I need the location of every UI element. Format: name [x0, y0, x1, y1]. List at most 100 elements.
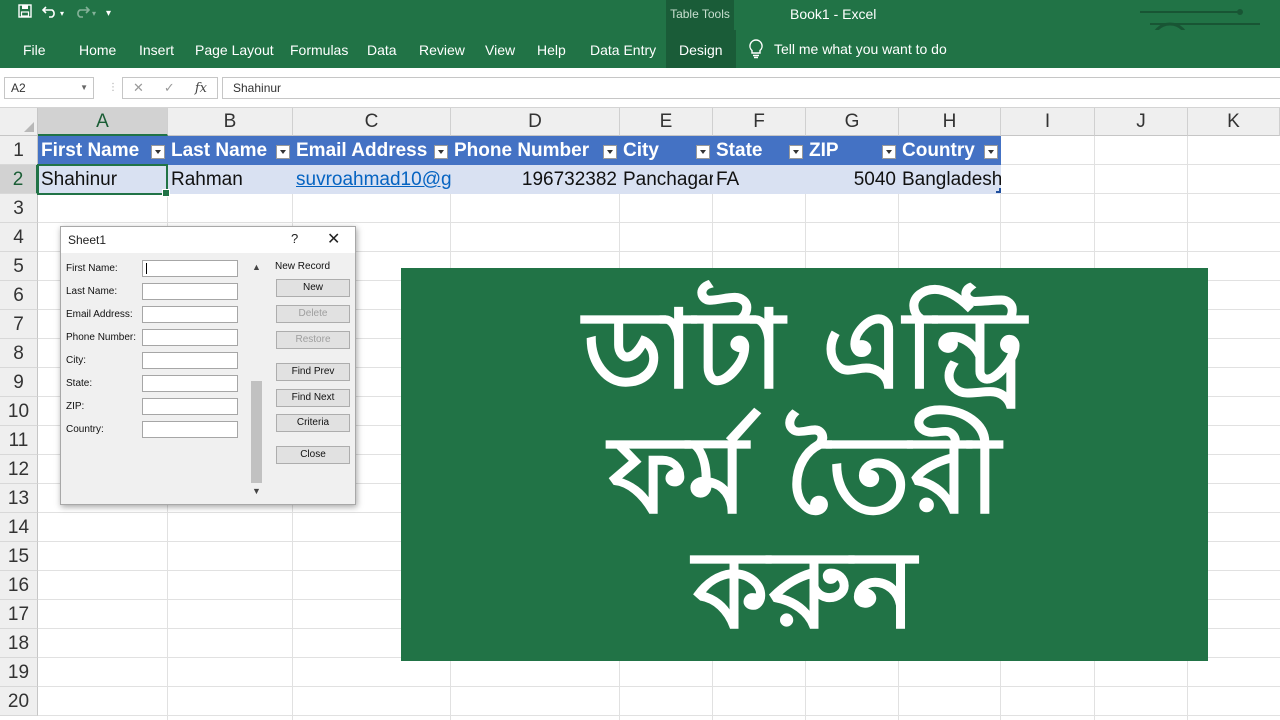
tab-insert[interactable]: Insert — [139, 30, 174, 68]
filter-dropdown-icon[interactable] — [696, 145, 710, 159]
column-header-c[interactable]: C — [293, 108, 451, 136]
column-header-e[interactable]: E — [620, 108, 713, 136]
filter-dropdown-icon[interactable] — [276, 145, 290, 159]
filter-dropdown-icon[interactable] — [151, 145, 165, 159]
select-all-button[interactable] — [0, 108, 38, 136]
row-header-14[interactable]: 14 — [0, 513, 38, 542]
column-header-j[interactable]: J — [1095, 108, 1188, 136]
save-icon[interactable] — [18, 4, 32, 24]
cell-phone-number[interactable]: 196732382 — [451, 165, 620, 194]
row-header-19[interactable]: 19 — [0, 658, 38, 687]
cell-state[interactable]: FA — [713, 165, 806, 194]
close-icon[interactable]: ✕ — [327, 229, 340, 249]
scroll-up-icon[interactable]: ▲ — [250, 261, 263, 273]
tab-formulas[interactable]: Formulas — [290, 30, 348, 68]
table-header-cell[interactable]: Last Name — [168, 136, 293, 165]
column-header-f[interactable]: F — [713, 108, 806, 136]
tab-data[interactable]: Data — [367, 30, 397, 68]
country-input[interactable] — [142, 421, 238, 438]
row-header-11[interactable]: 11 — [0, 426, 38, 455]
filter-dropdown-icon[interactable] — [434, 145, 448, 159]
row-header-4[interactable]: 4 — [0, 223, 38, 252]
scroll-thumb[interactable] — [251, 381, 262, 483]
row-header-2[interactable]: 2 — [0, 165, 38, 194]
cell-zip[interactable]: 5040 — [806, 165, 899, 194]
column-header-d[interactable]: D — [451, 108, 620, 136]
cancel-icon[interactable]: ✕ — [133, 80, 144, 96]
table-header-cell[interactable]: Email Address — [293, 136, 451, 165]
filter-dropdown-icon[interactable] — [789, 145, 803, 159]
table-header-cell[interactable]: ZIP — [806, 136, 899, 165]
cell-last-name[interactable]: Rahman — [168, 165, 293, 194]
close-button[interactable]: Close — [276, 446, 350, 464]
name-box[interactable]: A2 ▼ — [4, 77, 94, 99]
tab-home[interactable]: Home — [79, 30, 116, 68]
tab-data-entry[interactable]: Data Entry — [590, 30, 656, 68]
enter-icon[interactable]: ✓ — [164, 80, 175, 96]
row-header-12[interactable]: 12 — [0, 455, 38, 484]
find-prev-button[interactable]: Find Prev — [276, 363, 350, 381]
table-header-cell[interactable]: First Name — [38, 136, 168, 165]
zip-input[interactable] — [142, 398, 238, 415]
new-button[interactable]: New — [276, 279, 350, 297]
tab-file[interactable]: File — [23, 30, 46, 68]
column-header-g[interactable]: G — [806, 108, 899, 136]
row-header-15[interactable]: 15 — [0, 542, 38, 571]
row-header-5[interactable]: 5 — [0, 252, 38, 281]
dialog-title-bar[interactable]: Sheet1 ? ✕ — [61, 227, 355, 253]
tab-page-layout[interactable]: Page Layout — [195, 30, 274, 68]
row-header-20[interactable]: 20 — [0, 687, 38, 716]
row-header-1[interactable]: 1 — [0, 136, 38, 165]
redo-icon[interactable] — [74, 4, 91, 24]
filter-dropdown-icon[interactable] — [882, 145, 896, 159]
cell-country[interactable]: Bangladesh — [899, 165, 1001, 194]
row-header-13[interactable]: 13 — [0, 484, 38, 513]
table-header-cell[interactable]: Phone Number — [451, 136, 620, 165]
column-header-i[interactable]: I — [1001, 108, 1095, 136]
formula-input[interactable]: Shahinur — [222, 77, 1280, 99]
resize-handle-icon[interactable]: ⋮ — [108, 82, 118, 93]
table-header-cell[interactable]: State — [713, 136, 806, 165]
column-header-h[interactable]: H — [899, 108, 1001, 136]
column-header-a[interactable]: A — [38, 108, 168, 136]
phone-number-input[interactable] — [142, 329, 238, 346]
city-input[interactable] — [142, 352, 238, 369]
table-header-cell[interactable]: Country — [899, 136, 1001, 165]
email-address-input[interactable] — [142, 306, 238, 323]
table-resize-handle[interactable] — [996, 188, 1001, 193]
undo-dropdown-icon[interactable]: ▾ — [60, 4, 64, 24]
row-header-16[interactable]: 16 — [0, 571, 38, 600]
column-header-k[interactable]: K — [1188, 108, 1280, 136]
tab-design[interactable]: Design — [666, 30, 736, 68]
first-name-input[interactable] — [142, 260, 238, 277]
undo-icon[interactable] — [41, 4, 58, 24]
row-header-8[interactable]: 8 — [0, 339, 38, 368]
cell-email-address[interactable]: suvroahmad10@g — [293, 165, 451, 194]
row-header-18[interactable]: 18 — [0, 629, 38, 658]
tell-me-search[interactable]: Tell me what you want to do — [748, 30, 947, 68]
filter-dropdown-icon[interactable] — [984, 145, 998, 159]
cell-city[interactable]: Panchagar — [620, 165, 713, 194]
record-scrollbar[interactable]: ▲ ▼ — [250, 259, 263, 499]
insert-function-icon[interactable]: fx — [195, 81, 207, 96]
tab-view[interactable]: View — [485, 30, 515, 68]
state-input[interactable] — [142, 375, 238, 392]
column-header-b[interactable]: B — [168, 108, 293, 136]
redo-dropdown-icon[interactable]: ▾ — [92, 4, 96, 24]
delete-button[interactable]: Delete — [276, 305, 350, 323]
help-icon[interactable]: ? — [291, 231, 298, 246]
row-header-10[interactable]: 10 — [0, 397, 38, 426]
row-header-7[interactable]: 7 — [0, 310, 38, 339]
chevron-down-icon[interactable]: ▼ — [80, 78, 88, 98]
scroll-down-icon[interactable]: ▼ — [250, 485, 263, 497]
restore-button[interactable]: Restore — [276, 331, 350, 349]
row-header-6[interactable]: 6 — [0, 281, 38, 310]
row-header-3[interactable]: 3 — [0, 194, 38, 223]
customize-qat-icon[interactable]: ▾ — [106, 4, 111, 24]
filter-dropdown-icon[interactable] — [603, 145, 617, 159]
table-header-cell[interactable]: City — [620, 136, 713, 165]
tab-help[interactable]: Help — [537, 30, 566, 68]
tab-review[interactable]: Review — [419, 30, 465, 68]
criteria-button[interactable]: Criteria — [276, 414, 350, 432]
last-name-input[interactable] — [142, 283, 238, 300]
